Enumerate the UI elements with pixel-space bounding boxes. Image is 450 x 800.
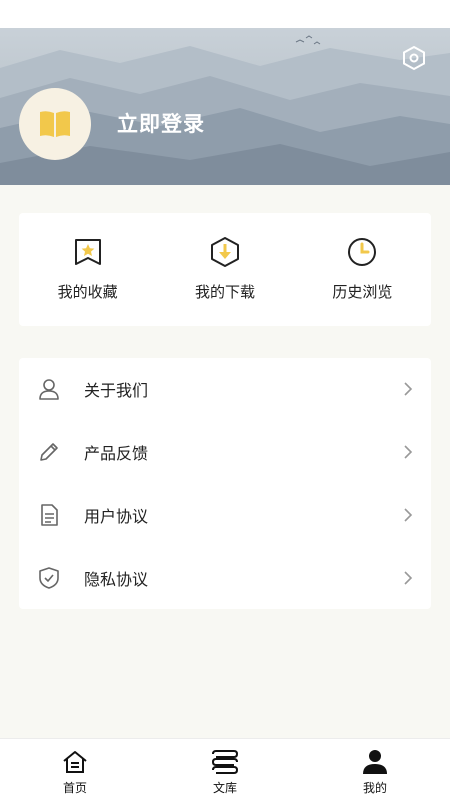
user-icon xyxy=(37,377,61,401)
profile-icon xyxy=(361,748,389,776)
menu-item-label: 关于我们 xyxy=(84,381,149,401)
download-icon xyxy=(208,235,242,269)
tab-home[interactable]: 首页 xyxy=(0,739,150,800)
chevron-right-icon xyxy=(401,508,415,522)
quick-action-downloads[interactable]: 我的下载 xyxy=(156,213,293,326)
quick-action-history[interactable]: 历史浏览 xyxy=(294,213,431,326)
login-button[interactable]: 立即登录 xyxy=(117,108,205,138)
quick-action-label: 历史浏览 xyxy=(332,283,393,301)
tab-label: 我的 xyxy=(362,781,387,795)
menu-item-label: 产品反馈 xyxy=(84,444,149,464)
tab-label: 文库 xyxy=(212,781,237,795)
bottom-tab-bar: 首页 文库 我的 xyxy=(0,738,450,800)
status-bar xyxy=(0,0,450,28)
home-icon xyxy=(61,748,89,776)
quick-actions-card: 我的收藏 我的下载 历史浏览 xyxy=(19,213,431,326)
quick-action-label: 我的收藏 xyxy=(57,283,118,301)
quick-action-favorites[interactable]: 我的收藏 xyxy=(19,213,156,326)
shield-check-icon xyxy=(37,566,61,590)
tab-label: 首页 xyxy=(62,781,87,795)
bookmark-star-icon xyxy=(71,235,105,269)
menu-item-feedback[interactable]: 产品反馈 xyxy=(19,421,431,484)
menu-card: 关于我们 产品反馈 用户协议 隐私协议 xyxy=(19,358,431,609)
tab-mine[interactable]: 我的 xyxy=(300,739,450,800)
clock-icon xyxy=(345,235,379,269)
chevron-right-icon xyxy=(401,445,415,459)
pencil-icon xyxy=(37,440,61,464)
menu-item-label: 用户协议 xyxy=(84,506,149,526)
menu-item-privacy[interactable]: 隐私协议 xyxy=(19,546,431,609)
chevron-right-icon xyxy=(401,571,415,585)
menu-item-label: 隐私协议 xyxy=(84,569,149,589)
book-icon xyxy=(40,111,70,137)
menu-item-about[interactable]: 关于我们 xyxy=(19,358,431,421)
settings-button[interactable] xyxy=(398,42,430,74)
chevron-right-icon xyxy=(401,382,415,396)
library-icon xyxy=(211,748,239,776)
tab-library[interactable]: 文库 xyxy=(150,739,300,800)
document-icon xyxy=(37,503,61,527)
quick-action-label: 我的下载 xyxy=(194,283,255,301)
avatar[interactable] xyxy=(19,88,91,160)
profile-banner: 立即登录 xyxy=(0,28,450,185)
settings-hexagon-icon xyxy=(403,45,425,71)
menu-item-user-agreement[interactable]: 用户协议 xyxy=(19,484,431,547)
